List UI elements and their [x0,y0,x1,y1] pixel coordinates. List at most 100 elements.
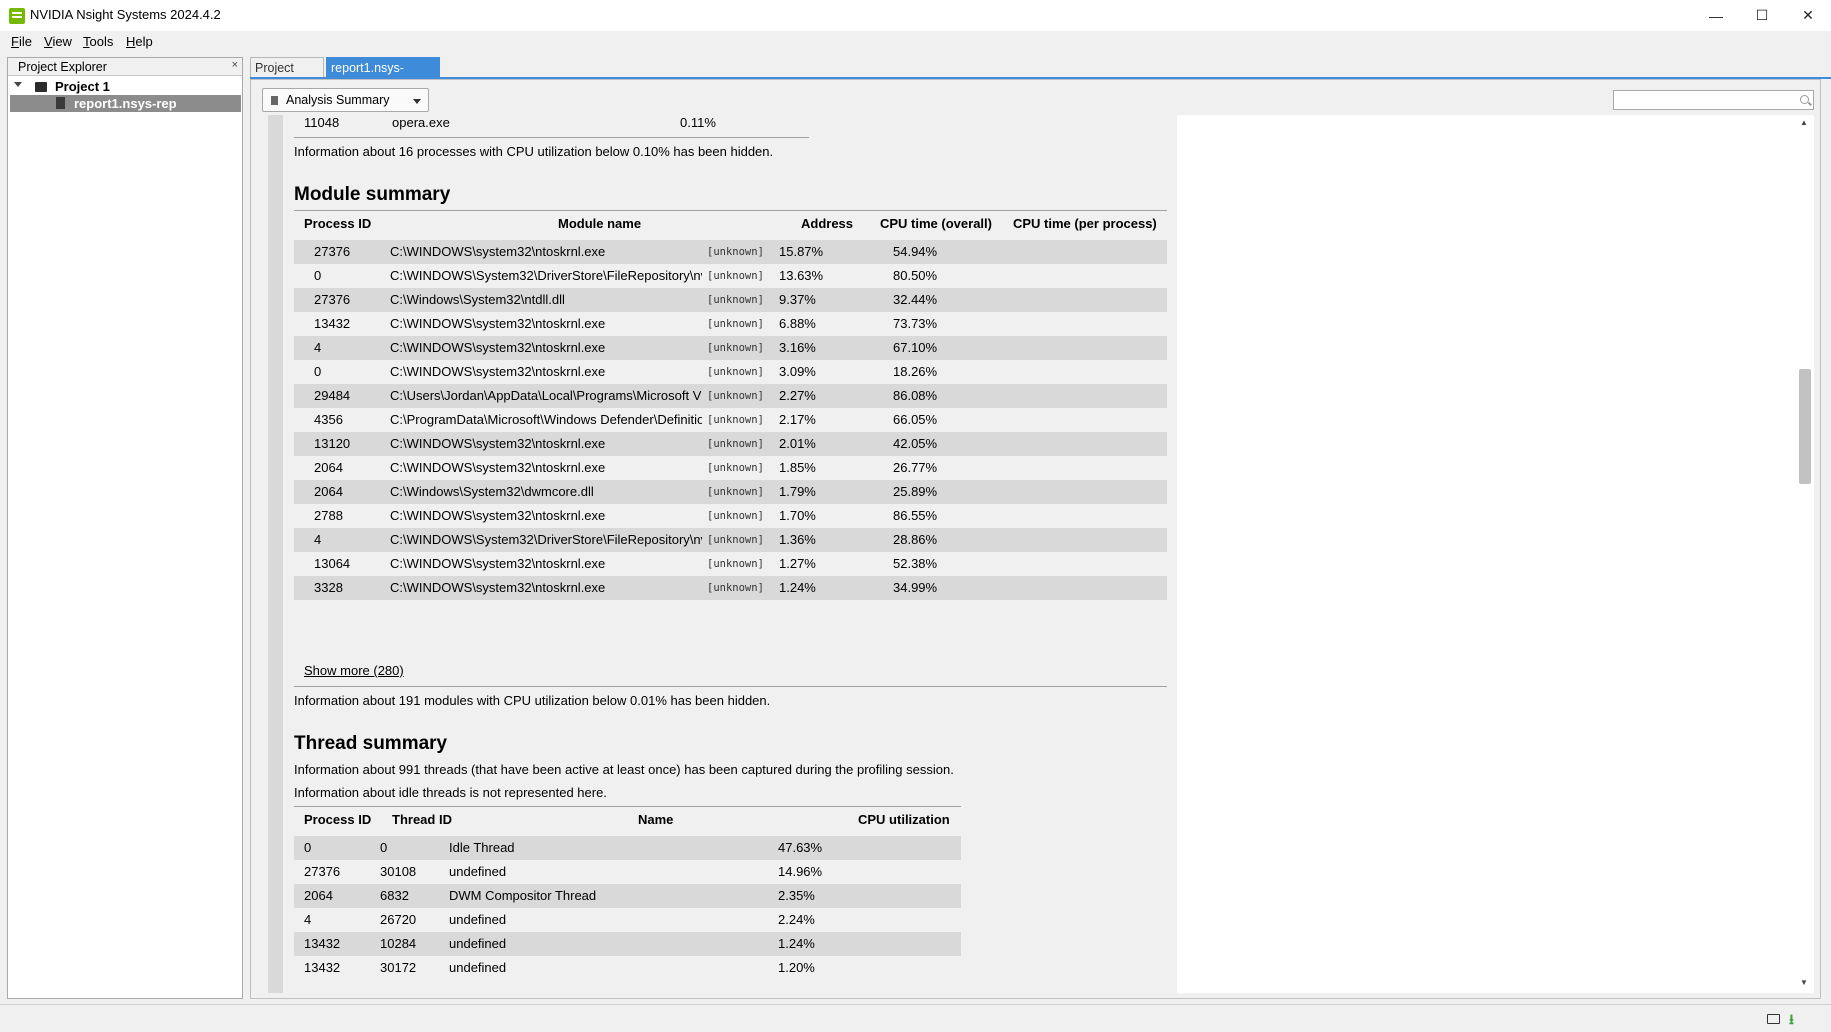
table-row[interactable]: 2064 C:\Windows\System32\dwmcore.dll [unkn… [294,480,1167,504]
table-row[interactable]: 13432 30172 undefined 1.20% [294,956,961,980]
column-header[interactable]: Address [801,216,853,231]
column-header[interactable]: CPU time (per process) [1013,216,1157,231]
table-cell: 2064 [314,484,343,499]
menu-view[interactable]: View [44,34,72,49]
table-cell: C:\Windows\System32\dwmcore.dll [390,484,594,499]
table-cell: undefined [449,960,507,975]
table-row[interactable]: 2788 C:\WINDOWS\system32\ntoskrnl.exe [unk… [294,504,1167,528]
table-cell: 4 [314,532,322,547]
close-window-button[interactable]: ✕ [1785,0,1831,31]
expand-arrow-icon[interactable] [14,82,22,87]
table-row[interactable]: 4 C:\WINDOWS\system32\ntoskrnl.exe [unknow… [294,336,1167,360]
divider [294,806,961,807]
column-header[interactable]: Name [638,812,673,827]
column-header[interactable]: Process ID [304,812,371,827]
table-cell: C:\ProgramData\Microsoft\Windows Defende… [390,412,702,427]
table-cell: [unknown] [707,366,764,378]
close-icon[interactable]: × [232,59,238,71]
download-icon[interactable]: ⭳ [1789,1012,1803,1026]
table-cell: 1.27% [779,556,816,571]
table-row[interactable]: 27376 C:\Windows\System32\ntdll.dll [unkno… [294,288,1167,312]
table-cell: DWM Compositor Thread [449,888,597,903]
status-bar: ⭳ [0,1004,1831,1032]
table-row[interactable]: 27376 30108 undefined 14.96% [294,860,961,884]
maximize-button[interactable]: ☐ [1739,0,1785,31]
menu-file[interactable]: File [11,34,32,49]
table-cell: 15.87% [779,244,824,259]
table-row[interactable]: 4 C:\WINDOWS\System32\DriverStore\FileRep… [294,528,1167,552]
table-row[interactable]: 13064 C:\WINDOWS\system32\ntoskrnl.exe [un… [294,552,1167,576]
table-cell: 26720 [380,912,417,927]
table-cell: 30172 [380,960,417,975]
table-cell: 3.16% [779,340,816,355]
table-cell: [unknown] [707,462,764,474]
tab-report[interactable]: report1.nsys-rep✕ [326,57,440,89]
table-row[interactable]: 0 0 Idle Thread 47.63% [294,836,961,860]
scrollbar-thumb[interactable] [1799,369,1811,484]
table-row[interactable]: 3328 C:\WINDOWS\system32\ntoskrnl.exe [unk… [294,576,1167,600]
table-row[interactable]: 29484 C:\Users\Jordan\AppData\Local\Progr… [294,384,1167,408]
analysis-view-label: Analysis Summary [286,93,390,107]
table-cell: 1.24% [779,580,816,595]
table-cell: C:\Users\Jordan\AppData\Local\Programs\M… [390,388,702,403]
table-cell: 27376 [314,244,351,259]
tree-item-project[interactable]: Project 1 [8,78,242,95]
table-row[interactable]: 27376 C:\WINDOWS\system32\ntoskrnl.exe [un… [294,240,1167,264]
menu-help[interactable]: Help [126,34,153,49]
table-cell: 2788 [314,508,343,523]
column-header[interactable]: CPU utilization [858,812,950,827]
column-header[interactable]: Module name [558,216,641,231]
table-cell: 6832 [380,888,409,903]
table-row[interactable]: 4356 C:\ProgramData\Microsoft\Windows Def… [294,408,1167,432]
table-cell: [unknown] [707,510,764,522]
table-cell: 29484 [314,388,351,403]
column-header[interactable]: Process ID [304,216,371,231]
minimize-button[interactable]: — [1693,0,1739,31]
table-cell: 1.24% [778,936,815,951]
table-cell: 0 [314,268,322,283]
table-cell: undefined [449,936,507,951]
table-row[interactable]: 2064 C:\WINDOWS\system32\ntoskrnl.exe [unk… [294,456,1167,480]
search-input[interactable] [1613,90,1814,110]
vertical-scrollbar[interactable] [1797,115,1814,993]
process-hidden-note: Information about 16 processes with CPU … [294,144,774,159]
table-cell: 34.99% [893,580,938,595]
table-cell: C:\WINDOWS\system32\ntoskrnl.exe [390,508,606,523]
table-cell: 47.63% [778,840,823,855]
table-row[interactable]: 0 C:\WINDOWS\System32\DriverStore\FileRep… [294,264,1167,288]
table-cell: 86.55% [893,508,938,523]
tab-project-1[interactable]: Project 1✕ [250,57,324,89]
table-cell: 2.24% [778,912,815,927]
module-summary-title: Module summary [294,184,451,205]
analysis-view-dropdown[interactable]: Analysis Summary [262,88,429,112]
table-cell: undefined [449,864,507,879]
tree-item-report[interactable]: report1.nsys-rep [10,95,241,112]
table-row[interactable]: 2064 6832 DWM Compositor Thread 2.35% [294,884,961,908]
table-cell: 1.70% [779,508,816,523]
table-row[interactable]: 4 26720 undefined 2.24% [294,908,961,932]
thread-info-line-1: Information about 991 threads (that have… [294,762,954,777]
search-icon[interactable] [1800,95,1809,104]
table-row[interactable]: 0 C:\WINDOWS\system32\ntoskrnl.exe [unknow… [294,360,1167,384]
table-cell: 32.44% [893,292,938,307]
scroll-down-icon[interactable]: ▼ [1800,978,1808,987]
table-row[interactable]: 13120 C:\WINDOWS\system32\ntoskrnl.exe [un… [294,432,1167,456]
show-more-link[interactable]: Show more (280) [304,663,404,678]
table-cell: 1.20% [778,960,815,975]
table-row[interactable]: 13432 C:\WINDOWS\system32\ntoskrnl.exe [un… [294,312,1167,336]
scroll-up-icon[interactable]: ▲ [1800,118,1808,127]
table-cell: C:\WINDOWS\system32\ntoskrnl.exe [390,316,606,331]
column-header[interactable]: CPU time (overall) [880,216,992,231]
report-file-icon [56,97,65,109]
table-cell: [unknown] [707,582,764,594]
table-cell: 42.05% [893,436,938,451]
table-cell: [unknown] [707,294,764,306]
table-cell: 66.05% [893,412,938,427]
table-cell: 4 [314,340,322,355]
feedback-icon[interactable] [1767,1014,1780,1024]
menu-tools[interactable]: Tools [83,34,113,49]
table-row[interactable]: 13432 10284 undefined 1.24% [294,932,961,956]
project-explorer-header: Project Explorer × [8,58,242,76]
column-header[interactable]: Thread ID [392,812,452,827]
table-cell: 1.79% [779,484,816,499]
